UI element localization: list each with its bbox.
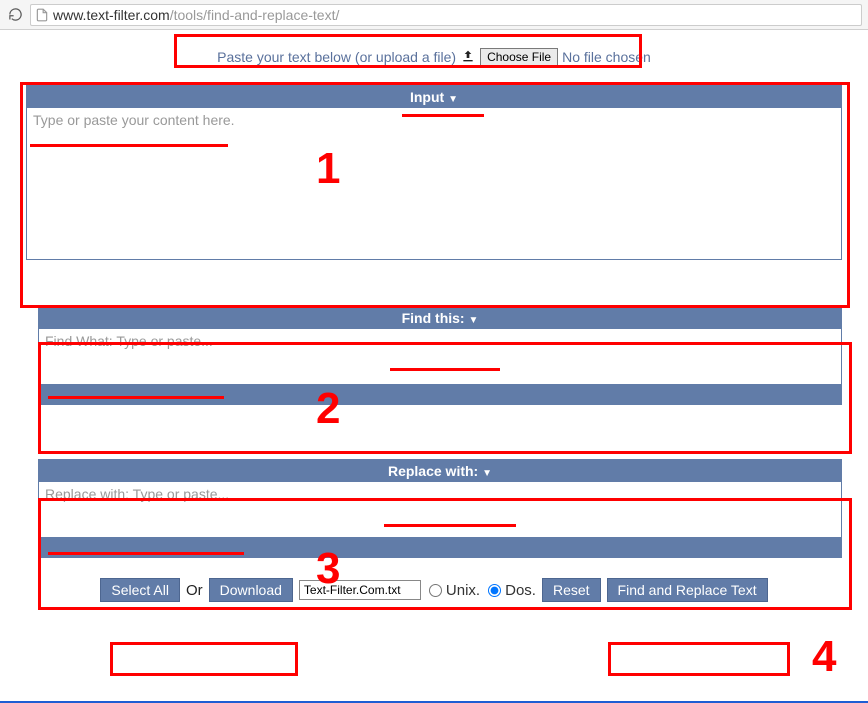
- select-all-button[interactable]: Select All: [100, 578, 180, 602]
- annotation-box-select-download: [110, 642, 298, 676]
- upload-prompt: Paste your text below (or upload a file): [217, 49, 456, 65]
- replace-panel-title: Replace with:: [388, 463, 478, 479]
- dos-radio[interactable]: [488, 584, 501, 597]
- replace-panel-header[interactable]: Replace with: ▼: [39, 460, 841, 482]
- page-icon: [35, 8, 49, 22]
- find-panel-footer: [39, 384, 841, 404]
- or-label: Or: [186, 582, 203, 599]
- filename-input[interactable]: [299, 580, 421, 600]
- chevron-down-icon: ▼: [448, 94, 458, 105]
- reload-button[interactable]: [6, 6, 24, 24]
- reset-button[interactable]: Reset: [542, 578, 601, 602]
- dos-radio-label[interactable]: Dos.: [486, 582, 536, 599]
- no-file-label: No file chosen: [562, 49, 651, 65]
- unix-radio[interactable]: [429, 584, 442, 597]
- dos-label: Dos.: [505, 582, 536, 599]
- unix-label: Unix.: [446, 582, 480, 599]
- url-bar[interactable]: www.text-filter.com/tools/find-and-repla…: [30, 4, 862, 26]
- annotation-number-4: 4: [812, 632, 836, 682]
- url-domain: www.text-filter.com: [53, 7, 170, 23]
- download-button[interactable]: Download: [209, 578, 293, 602]
- find-textarea[interactable]: [39, 329, 841, 381]
- replace-panel-footer: [39, 537, 841, 557]
- input-panel: Input ▼: [26, 85, 842, 260]
- input-panel-header[interactable]: Input ▼: [27, 86, 841, 108]
- replace-panel: Replace with: ▼: [38, 459, 842, 558]
- find-panel-title: Find this:: [402, 310, 465, 326]
- chevron-down-icon: ▼: [468, 315, 478, 326]
- replace-textarea[interactable]: [39, 482, 841, 534]
- upload-icon: [460, 48, 476, 67]
- chevron-down-icon: ▼: [482, 468, 492, 479]
- annotation-box-find-replace: [608, 642, 790, 676]
- controls-row: Select All Or Download Unix. Dos. Reset …: [14, 578, 854, 602]
- url-path: /tools/find-and-replace-text/: [170, 7, 340, 23]
- find-panel-header[interactable]: Find this: ▼: [39, 307, 841, 329]
- find-replace-button[interactable]: Find and Replace Text: [607, 578, 768, 602]
- find-panel: Find this: ▼: [38, 306, 842, 405]
- choose-file-button[interactable]: Choose File: [480, 48, 558, 66]
- input-textarea[interactable]: [27, 108, 841, 256]
- unix-radio-label[interactable]: Unix.: [427, 582, 480, 599]
- input-panel-title: Input: [410, 89, 444, 105]
- upload-row: Paste your text below (or upload a file)…: [14, 43, 854, 71]
